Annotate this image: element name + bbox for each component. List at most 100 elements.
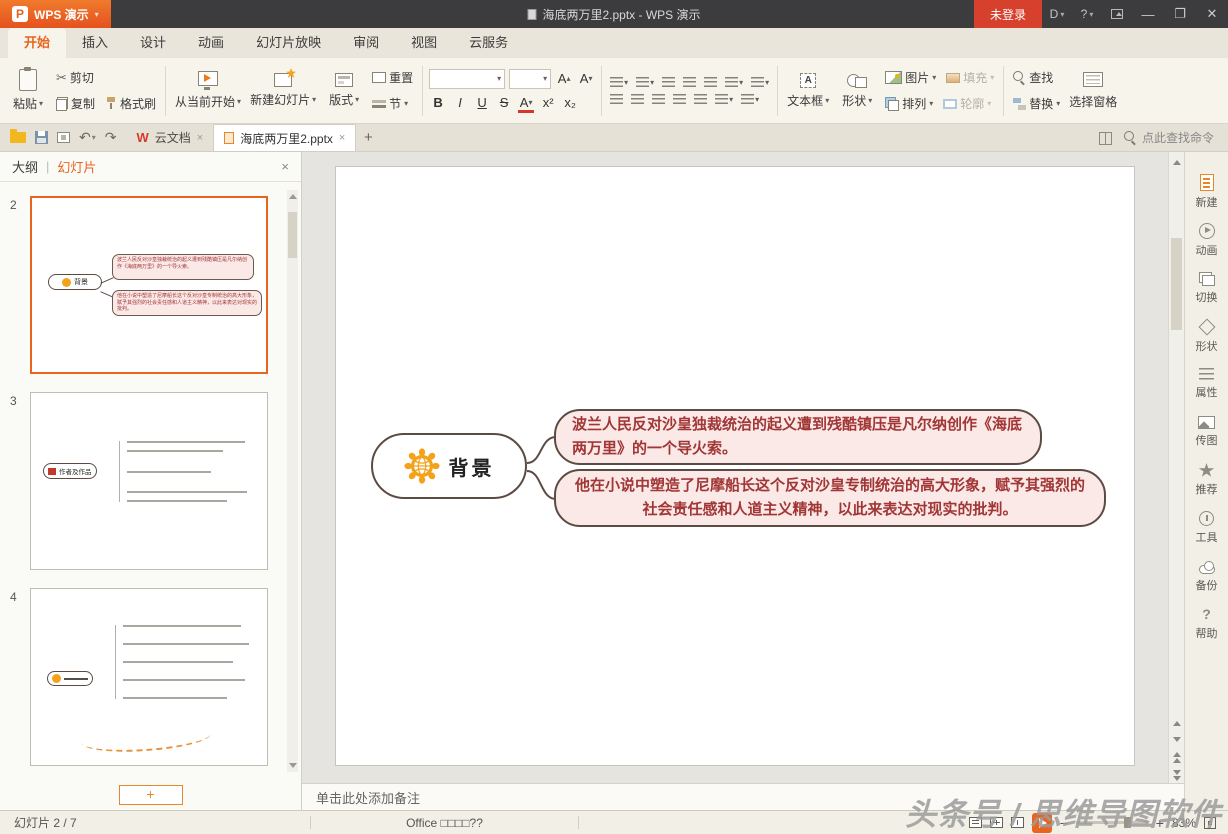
panel-scrollbar[interactable]: [287, 190, 298, 772]
font-size-select[interactable]: ▾: [509, 69, 551, 89]
scrollbar-thumb[interactable]: [288, 212, 297, 258]
format-painter-button[interactable]: 格式刷: [102, 93, 159, 115]
copy-button[interactable]: 复制: [53, 93, 98, 115]
slide[interactable]: 背景 波兰人民反对沙皇独裁统治的起义遭到残酷镇压是凡尔纳创作《海底两万里》的一个…: [335, 166, 1135, 766]
slide-thumbnail-2[interactable]: 背景 波兰人民反对沙皇独裁统治的起义遭到残酷镇压是凡尔纳创作《海底两万里》的一个…: [30, 196, 268, 374]
sidebar-item-new[interactable]: 新建: [1185, 168, 1228, 216]
normal-view-button[interactable]: [969, 817, 982, 828]
minimize-button[interactable]: —: [1132, 0, 1164, 28]
branch-node-1[interactable]: 波兰人民反对沙皇独裁统治的起义遭到残酷镇压是凡尔纳创作《海底两万里》的一个导火索…: [554, 409, 1042, 465]
new-slide-button[interactable]: 新建幻灯片▾: [247, 63, 319, 119]
add-slide-button[interactable]: +: [119, 785, 183, 805]
find-button[interactable]: 查找: [1010, 67, 1063, 89]
paste-button[interactable]: 粘贴▾: [6, 63, 50, 119]
double-down-button[interactable]: [1169, 767, 1184, 783]
new-tab-button[interactable]: +: [356, 124, 380, 151]
reset-button[interactable]: 重置: [369, 67, 416, 89]
sidebar-item-backup[interactable]: 备份: [1185, 552, 1228, 600]
zoom-in-button[interactable]: +: [1156, 815, 1164, 831]
tab-home[interactable]: 开始: [8, 28, 66, 58]
font-family-select[interactable]: ▾: [429, 69, 505, 89]
strikethrough-button[interactable]: S: [495, 93, 513, 113]
branch-node-2[interactable]: 他在小说中塑造了尼摩船长这个反对沙皇专制统治的高大形象，赋予其强烈的社会责任感和…: [554, 469, 1106, 527]
sidebar-item-properties[interactable]: 属性: [1185, 360, 1228, 408]
double-up-button[interactable]: [1169, 749, 1184, 765]
layout-button[interactable]: 版式▾: [322, 63, 366, 119]
align-center-button[interactable]: [629, 93, 646, 106]
zoom-out-button[interactable]: −: [1060, 815, 1068, 831]
sidebar-item-tools[interactable]: 工具: [1185, 504, 1228, 552]
notes-area[interactable]: 单击此处添加备注: [302, 783, 1184, 810]
picture-button[interactable]: 图片▾: [882, 67, 939, 89]
italic-button[interactable]: I: [451, 93, 469, 113]
topic-node[interactable]: 背景: [371, 433, 527, 499]
open-folder-icon[interactable]: [10, 132, 26, 143]
maximize-button[interactable]: ❐: [1164, 0, 1196, 28]
close-tab-icon[interactable]: ×: [197, 132, 203, 144]
slide-sorter-button[interactable]: [990, 817, 1003, 828]
login-button[interactable]: 未登录: [974, 0, 1042, 28]
from-current-button[interactable]: 从当前开始▾: [172, 63, 244, 119]
increase-font-button[interactable]: A▴: [555, 69, 573, 89]
tab-design[interactable]: 设计: [124, 28, 182, 58]
doc-tab-cloud[interactable]: W 云文档 ×: [126, 124, 213, 151]
vertical-align-button[interactable]: ▾: [749, 76, 771, 89]
outdent-button[interactable]: [660, 76, 677, 89]
slide-thumbnail-4[interactable]: [30, 588, 268, 766]
indent-button[interactable]: [681, 76, 698, 89]
sidebar-item-recommend[interactable]: 推荐: [1185, 456, 1228, 504]
justify-button[interactable]: [671, 93, 688, 106]
play-slideshow-button[interactable]: [1032, 813, 1052, 833]
tab-review[interactable]: 审阅: [337, 28, 395, 58]
doc-tab-current[interactable]: 海底两万里2.pptx ×: [213, 124, 356, 151]
close-button[interactable]: ✕: [1196, 0, 1228, 28]
output-icon[interactable]: [57, 132, 70, 143]
tab-cloud-service[interactable]: 云服务: [453, 28, 524, 58]
fit-to-window-button[interactable]: [1204, 817, 1216, 829]
replace-button[interactable]: 替换▾: [1010, 93, 1063, 115]
cut-button[interactable]: ✂剪切: [53, 67, 159, 89]
scroll-down-icon[interactable]: [289, 763, 297, 768]
zoom-level[interactable]: 83%: [1172, 816, 1196, 830]
paragraph-spacing-button[interactable]: [702, 76, 719, 89]
tab-slides[interactable]: 幻灯片: [57, 157, 96, 176]
tab-slideshow[interactable]: 幻灯片放映: [240, 28, 337, 58]
tab-view[interactable]: 视图: [395, 28, 453, 58]
columns-button[interactable]: ▾: [739, 93, 761, 106]
outline-button[interactable]: 轮廓▾: [940, 93, 994, 115]
bullet-list-button[interactable]: ▾: [608, 76, 630, 89]
text-box-button[interactable]: A 文本框▾: [784, 63, 832, 119]
scrollbar-thumb[interactable]: [1171, 238, 1182, 330]
sidebar-item-upload-image[interactable]: 传图: [1185, 408, 1228, 456]
scroll-up-icon[interactable]: [289, 194, 297, 199]
close-panel-icon[interactable]: ×: [281, 159, 289, 174]
canvas-scrollbar[interactable]: [1168, 152, 1184, 783]
tab-outline[interactable]: 大纲: [12, 157, 38, 176]
tab-animation[interactable]: 动画: [182, 28, 240, 58]
font-color-button[interactable]: A▾: [517, 93, 535, 113]
sidebar-item-help[interactable]: ?帮助: [1185, 600, 1228, 648]
save-icon[interactable]: [35, 131, 48, 144]
sidebar-item-transition[interactable]: 切换: [1185, 264, 1228, 312]
line-spacing-button[interactable]: ▾: [713, 93, 735, 106]
selection-pane-button[interactable]: 选择窗格: [1066, 63, 1120, 119]
feedback-button[interactable]: [1102, 0, 1132, 28]
zoom-slider-knob[interactable]: [1124, 817, 1131, 828]
fill-button[interactable]: 填充▾: [943, 67, 997, 89]
distribute-button[interactable]: [692, 93, 709, 106]
app-logo-button[interactable]: P WPS 演示 ▾: [0, 0, 111, 28]
previous-slide-button[interactable]: [1169, 715, 1184, 731]
superscript-button[interactable]: x²: [539, 93, 557, 113]
reading-view-button[interactable]: [1011, 817, 1024, 828]
arrange-button[interactable]: 排列▾: [882, 93, 936, 115]
undo-button[interactable]: ↶▾: [79, 129, 96, 146]
section-button[interactable]: 节▾: [369, 93, 416, 115]
close-tab-icon[interactable]: ×: [339, 132, 345, 144]
skin-button[interactable]: D▾: [1042, 0, 1072, 28]
sidebar-item-shape[interactable]: 形状: [1185, 312, 1228, 360]
tab-insert[interactable]: 插入: [66, 28, 124, 58]
numbered-list-button[interactable]: ▾: [634, 76, 656, 89]
sidebar-item-animation[interactable]: 动画: [1185, 216, 1228, 264]
redo-button[interactable]: ↷: [105, 129, 117, 146]
subscript-button[interactable]: x₂: [561, 93, 579, 113]
